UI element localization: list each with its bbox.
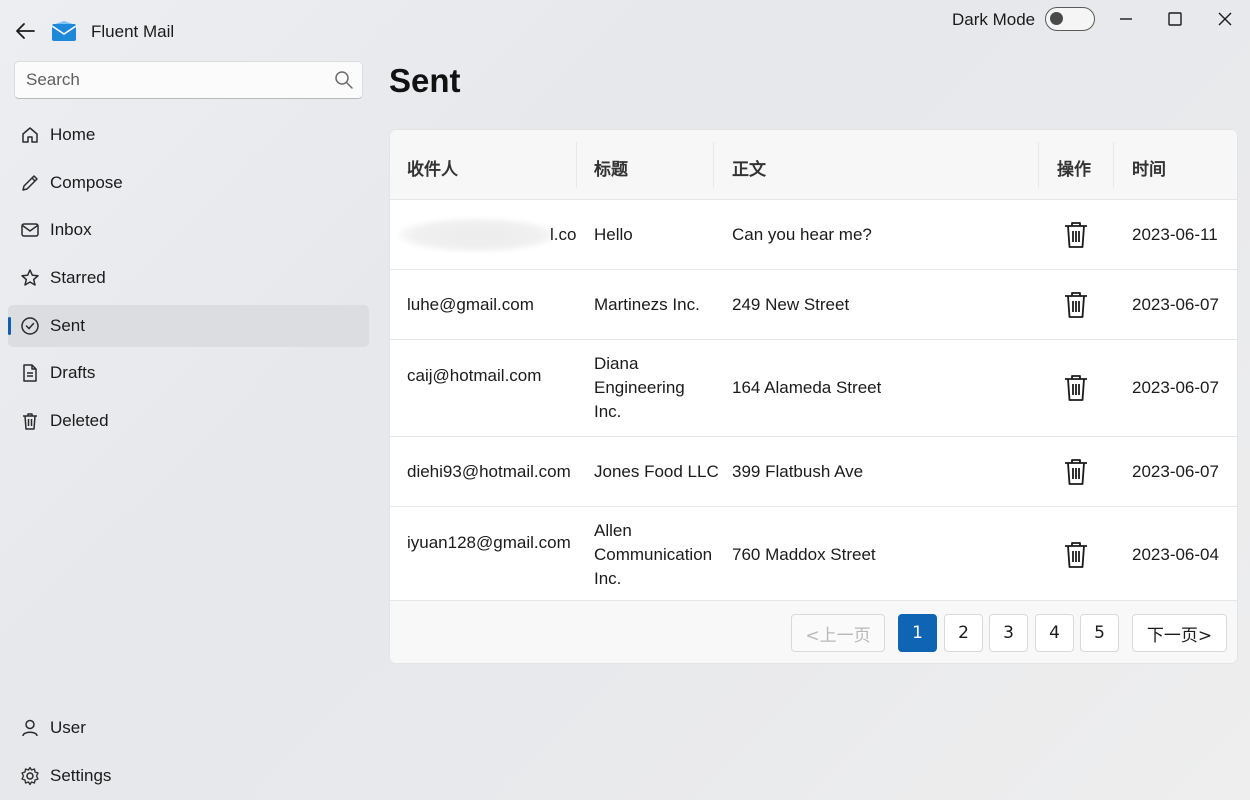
sidebar-item-label: Drafts bbox=[50, 363, 96, 382]
subject-cell: Martinezs Inc. bbox=[594, 295, 700, 314]
column-header-time[interactable]: 时间 bbox=[1132, 155, 1166, 180]
sidebar-item-label: Starred bbox=[50, 268, 106, 287]
active-indicator bbox=[8, 317, 11, 335]
person-icon bbox=[22, 719, 38, 737]
dark-mode-toggle[interactable] bbox=[1045, 7, 1095, 31]
maximize-button[interactable] bbox=[1155, 6, 1195, 32]
recipient-cell: caij@hotmail.com bbox=[407, 366, 542, 385]
mail-app-icon bbox=[51, 21, 77, 41]
column-separator bbox=[576, 142, 577, 188]
column-separator bbox=[1113, 142, 1114, 188]
star-icon bbox=[21, 269, 39, 286]
back-arrow-icon bbox=[16, 23, 35, 39]
column-header-body[interactable]: 正文 bbox=[732, 155, 766, 180]
check-circle-icon bbox=[21, 317, 39, 335]
page-title: Sent bbox=[389, 62, 461, 99]
delete-icon[interactable] bbox=[1063, 541, 1089, 569]
time-cell: 2023-06-07 bbox=[1132, 295, 1219, 314]
time-cell: 2023-06-07 bbox=[1132, 378, 1219, 397]
document-icon bbox=[23, 364, 37, 382]
body-cell: 760 Maddox Street bbox=[732, 545, 876, 564]
minimize-button[interactable] bbox=[1106, 6, 1146, 32]
delete-icon[interactable] bbox=[1063, 458, 1089, 486]
pencil-icon bbox=[22, 175, 38, 191]
pagination: <上一页 1 2 3 4 5 下一页> bbox=[390, 601, 1237, 663]
column-header-subject[interactable]: 标题 bbox=[594, 155, 628, 180]
sidebar-item-sent[interactable]: Sent bbox=[8, 305, 369, 347]
column-separator bbox=[1038, 142, 1039, 188]
recipient-cell: luhe@gmail.com bbox=[407, 295, 534, 314]
dark-mode-label: Dark Mode bbox=[952, 10, 1036, 29]
page-button-1[interactable]: 1 bbox=[898, 614, 937, 652]
gear-icon bbox=[21, 766, 39, 786]
toggle-knob bbox=[1050, 12, 1063, 25]
minimize-icon bbox=[1120, 18, 1132, 20]
subject-cell: Diana Engineering Inc. bbox=[594, 354, 685, 421]
recipient-cell: diehi93@hotmail.com bbox=[407, 462, 571, 481]
body-cell: Can you hear me? bbox=[732, 225, 872, 244]
table-row[interactable]: luhe@gmail.com Martinezs Inc. 249 New St… bbox=[390, 270, 1237, 340]
search-input[interactable] bbox=[15, 62, 325, 98]
sidebar-item-starred[interactable]: Starred bbox=[8, 257, 369, 299]
column-header-action: 操作 bbox=[1057, 160, 1091, 180]
table-row[interactable]: l.com Hello Can you hear me? 2023-06-11 bbox=[390, 200, 1237, 270]
recipient-cell: iyuan128@gmail.com bbox=[407, 533, 571, 552]
sidebar-item-label: Compose bbox=[50, 173, 123, 192]
table-header: 收件人 标题 正文 操作 时间 bbox=[390, 130, 1237, 200]
page-button-2[interactable]: 2 bbox=[944, 614, 983, 652]
sidebar-item-home[interactable]: Home bbox=[8, 114, 369, 156]
sidebar-item-compose[interactable]: Compose bbox=[8, 162, 369, 204]
subject-cell: Hello bbox=[594, 225, 633, 244]
sidebar-item-settings[interactable]: Settings bbox=[8, 755, 369, 797]
next-page-button[interactable]: 下一页> bbox=[1132, 614, 1227, 652]
column-header-recipient[interactable]: 收件人 bbox=[407, 155, 458, 180]
sidebar-item-user[interactable]: User bbox=[8, 707, 369, 749]
back-button[interactable] bbox=[10, 16, 40, 46]
recipient-cell: l.com bbox=[550, 225, 576, 244]
app-window: Fluent Mail Dark Mode Home Compose Inbox… bbox=[0, 0, 1250, 800]
sidebar-item-inbox[interactable]: Inbox bbox=[8, 209, 369, 251]
time-cell: 2023-06-04 bbox=[1132, 545, 1219, 564]
prev-page-button[interactable]: <上一页 bbox=[791, 614, 885, 652]
body-cell: 164 Alameda Street bbox=[732, 378, 882, 397]
table-row[interactable]: iyuan128@gmail.com Allen Communication I… bbox=[390, 507, 1237, 601]
sidebar-item-label: User bbox=[50, 718, 86, 737]
page-button-3[interactable]: 3 bbox=[989, 614, 1028, 652]
sidebar-item-label: Sent bbox=[50, 316, 85, 335]
delete-icon[interactable] bbox=[1063, 291, 1089, 319]
time-cell: 2023-06-07 bbox=[1132, 462, 1219, 481]
trash-icon bbox=[23, 413, 37, 430]
sidebar-item-drafts[interactable]: Drafts bbox=[8, 352, 369, 394]
sidebar-item-label: Home bbox=[50, 125, 96, 144]
close-button[interactable] bbox=[1205, 6, 1245, 32]
home-icon bbox=[22, 127, 38, 143]
redacted-blur bbox=[398, 218, 556, 252]
search-box bbox=[14, 61, 363, 99]
sidebar-item-label: Settings bbox=[50, 766, 112, 785]
body-cell: 399 Flatbush Ave bbox=[732, 462, 864, 481]
search-icon[interactable] bbox=[334, 70, 354, 90]
subject-cell: Jones Food LLC bbox=[594, 462, 719, 481]
delete-icon[interactable] bbox=[1063, 374, 1089, 402]
column-separator bbox=[713, 142, 714, 188]
app-title: Fluent Mail bbox=[91, 22, 175, 41]
maximize-icon bbox=[1168, 12, 1182, 26]
table-row[interactable]: caij@hotmail.com Diana Engineering Inc. … bbox=[390, 340, 1237, 437]
envelope-icon bbox=[21, 223, 39, 237]
subject-cell: Allen Communication Inc. bbox=[594, 521, 713, 588]
sidebar-item-label: Deleted bbox=[50, 411, 109, 430]
sent-mail-table: 收件人 标题 正文 操作 时间 l.com Hello Can you hear… bbox=[389, 129, 1238, 664]
delete-icon[interactable] bbox=[1063, 221, 1089, 249]
body-cell: 249 New Street bbox=[732, 295, 850, 314]
sidebar-item-deleted[interactable]: Deleted bbox=[8, 400, 369, 442]
time-cell: 2023-06-11 bbox=[1132, 225, 1218, 244]
table-row[interactable]: diehi93@hotmail.com Jones Food LLC 399 F… bbox=[390, 437, 1237, 507]
close-icon bbox=[1218, 12, 1232, 26]
page-button-4[interactable]: 4 bbox=[1035, 614, 1074, 652]
sidebar-item-label: Inbox bbox=[50, 220, 92, 239]
page-button-5[interactable]: 5 bbox=[1080, 614, 1119, 652]
